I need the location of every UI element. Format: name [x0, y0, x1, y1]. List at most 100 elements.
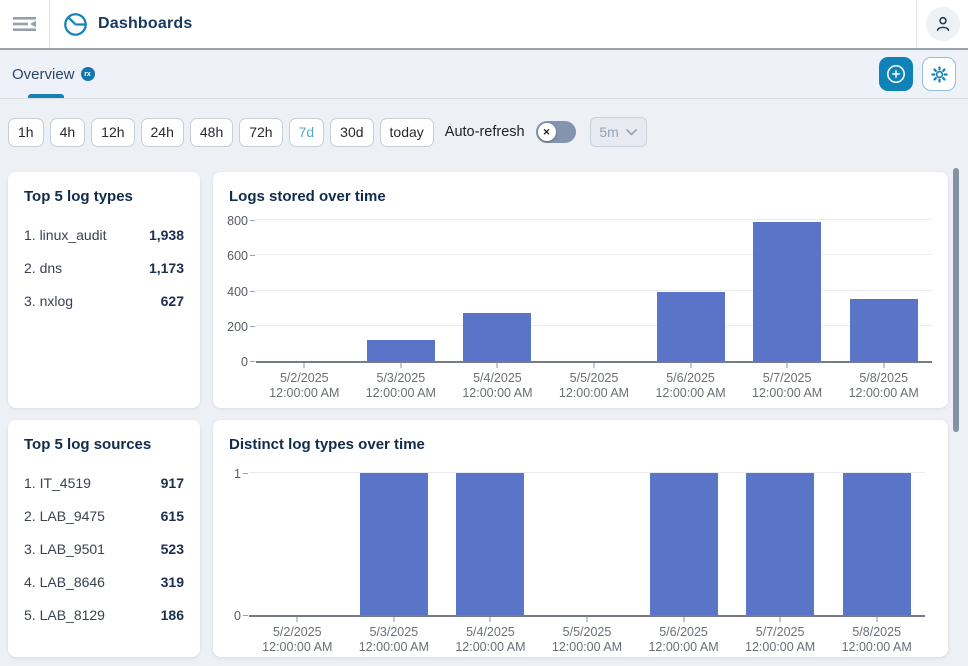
dashboard-settings-button[interactable]	[922, 57, 956, 91]
sidebar-collapse-button[interactable]	[0, 0, 50, 48]
x-axis-label-date: 5/5/2025	[539, 371, 649, 386]
item-label: 3. nxlog	[24, 293, 73, 309]
y-axis-label: 0	[200, 355, 248, 369]
time-range-chip-72h[interactable]: 72h	[239, 118, 282, 147]
bar-5/4/2025	[456, 473, 524, 615]
y-axis-label: 1	[193, 467, 241, 481]
item-label: 2. dns	[24, 260, 62, 276]
time-range-chip-4h[interactable]: 4h	[50, 118, 86, 147]
x-axis-tick	[594, 363, 595, 368]
time-range-chip-24h[interactable]: 24h	[141, 118, 184, 147]
list-item: 3. LAB_9501523	[24, 532, 184, 565]
plus-circle-icon	[886, 64, 906, 84]
gridline-1	[249, 472, 925, 473]
time-range-chip-12h[interactable]: 12h	[91, 118, 134, 147]
y-axis-label: 600	[200, 249, 248, 263]
x-axis-label-date: 5/4/2025	[442, 371, 552, 386]
x-axis-tick	[787, 363, 788, 368]
add-dashboard-button[interactable]	[879, 57, 913, 91]
auto-refresh-label: Auto-refresh	[445, 124, 525, 140]
x-axis-label-date: 5/6/2025	[629, 625, 739, 640]
x-axis-label-time: 12:00:00 AM	[242, 640, 352, 655]
x-axis-label: 5/2/202512:00:00 AM	[242, 625, 352, 655]
tab-bar: Overview rx	[0, 50, 968, 99]
bar-5/3/2025	[367, 340, 435, 361]
list-item: 2. LAB_9475 615	[24, 499, 184, 532]
time-range-chip-today[interactable]: today	[380, 118, 434, 147]
y-axis-label: 400	[200, 285, 248, 299]
time-range-chip-1h[interactable]: 1h	[8, 118, 44, 147]
list-item: 2. dns 1,173	[24, 251, 184, 284]
chevron-down-icon	[626, 129, 637, 136]
gridline-400	[256, 290, 932, 291]
x-axis-label-date: 5/7/2025	[732, 371, 842, 386]
y-axis-label: 800	[200, 214, 248, 228]
time-range-chip-48h[interactable]: 48h	[190, 118, 233, 147]
item-label: 3. LAB_9501	[24, 541, 105, 557]
time-range-chip-7d[interactable]: 7d	[289, 118, 325, 147]
item-label: 2. LAB_9475	[24, 508, 105, 524]
close-icon: ✕	[543, 127, 551, 138]
dashboards-logo-icon	[63, 12, 88, 37]
page-title: Dashboards	[98, 15, 192, 33]
top-log-types-list: 1. linux_audit1,938 2. dns 1,173 3. nxlog62…	[8, 205, 200, 317]
item-value: 1,173	[149, 260, 184, 276]
x-axis-label: 5/2/202512:00:00 AM	[249, 371, 359, 401]
x-axis-label: 5/5/202512:00:00 AM	[539, 371, 649, 401]
tab-overview[interactable]: Overview rx	[12, 50, 95, 98]
panel-title: Top 5 log types	[8, 172, 200, 205]
x-axis-label: 5/3/202512:00:00 AM	[346, 371, 456, 401]
x-axis-tick	[683, 617, 684, 622]
top-log-sources-panel: Top 5 log sources 1. IT_4519 917 2. LAB_94…	[8, 420, 200, 657]
x-axis-label: 5/6/202512:00:00 AM	[636, 371, 746, 401]
x-axis-label: 5/8/202512:00:00 AM	[822, 625, 932, 655]
bar-5/4/2025	[463, 313, 531, 361]
x-axis-label-time: 12:00:00 AM	[725, 640, 835, 655]
chart-title: Logs stored over time	[213, 172, 948, 205]
x-axis-tick	[393, 617, 394, 622]
item-value: 186	[161, 607, 184, 623]
bar-5/7/2025	[753, 222, 821, 361]
time-range-group: 1h4h12h24h48h72h7d30dtoday	[8, 118, 440, 147]
bar-5/7/2025	[746, 473, 814, 615]
bar-5/6/2025	[650, 473, 718, 615]
x-axis-label-time: 12:00:00 AM	[732, 386, 842, 401]
list-item: 1. linux_audit1,938	[24, 218, 184, 251]
bar-5/3/2025	[360, 473, 428, 615]
gridline-600	[256, 254, 932, 255]
x-axis-tick	[780, 617, 781, 622]
tab-overview-label: Overview	[12, 66, 75, 83]
item-value: 917	[161, 475, 184, 491]
top-bar: Dashboards	[0, 0, 968, 50]
x-axis-label-date: 5/8/2025	[829, 371, 939, 386]
bar-5/6/2025	[657, 292, 725, 361]
user-icon	[933, 14, 953, 34]
x-axis-label-time: 12:00:00 AM	[249, 386, 359, 401]
item-value: 615	[161, 508, 184, 524]
auto-refresh-toggle[interactable]: ✕	[536, 121, 576, 143]
list-item: 5. LAB_8129186	[24, 598, 184, 631]
x-axis-label-time: 12:00:00 AM	[636, 386, 746, 401]
x-axis-tick	[297, 617, 298, 622]
x-axis-tick	[400, 363, 401, 368]
x-axis-label: 5/5/202512:00:00 AM	[532, 625, 642, 655]
top-log-types-panel: Top 5 log types 1. linux_audit1,9382. dn…	[8, 172, 200, 408]
sidebar-collapse-icon	[12, 14, 38, 34]
x-axis-label-date: 5/2/2025	[242, 625, 352, 640]
x-axis-tick	[490, 617, 491, 622]
refresh-interval-select[interactable]: 5m	[590, 117, 647, 147]
x-axis-label-time: 12:00:00 AM	[532, 640, 642, 655]
x-axis-tick	[587, 617, 588, 622]
gear-icon	[930, 65, 949, 84]
panel-title: Top 5 log sources	[8, 420, 200, 453]
x-axis-label-time: 12:00:00 AM	[442, 386, 552, 401]
y-axis-tick	[243, 473, 248, 474]
list-item: 3. nxlog627	[24, 284, 184, 317]
user-menu-button[interactable]	[926, 7, 960, 41]
vertical-scrollbar-thumb[interactable]	[953, 168, 959, 432]
item-label: 1. IT_4519	[24, 475, 91, 491]
x-axis-label: 5/7/202512:00:00 AM	[725, 625, 835, 655]
x-axis-label-time: 12:00:00 AM	[629, 640, 739, 655]
y-axis-tick	[243, 615, 248, 616]
time-range-chip-30d[interactable]: 30d	[330, 118, 373, 147]
